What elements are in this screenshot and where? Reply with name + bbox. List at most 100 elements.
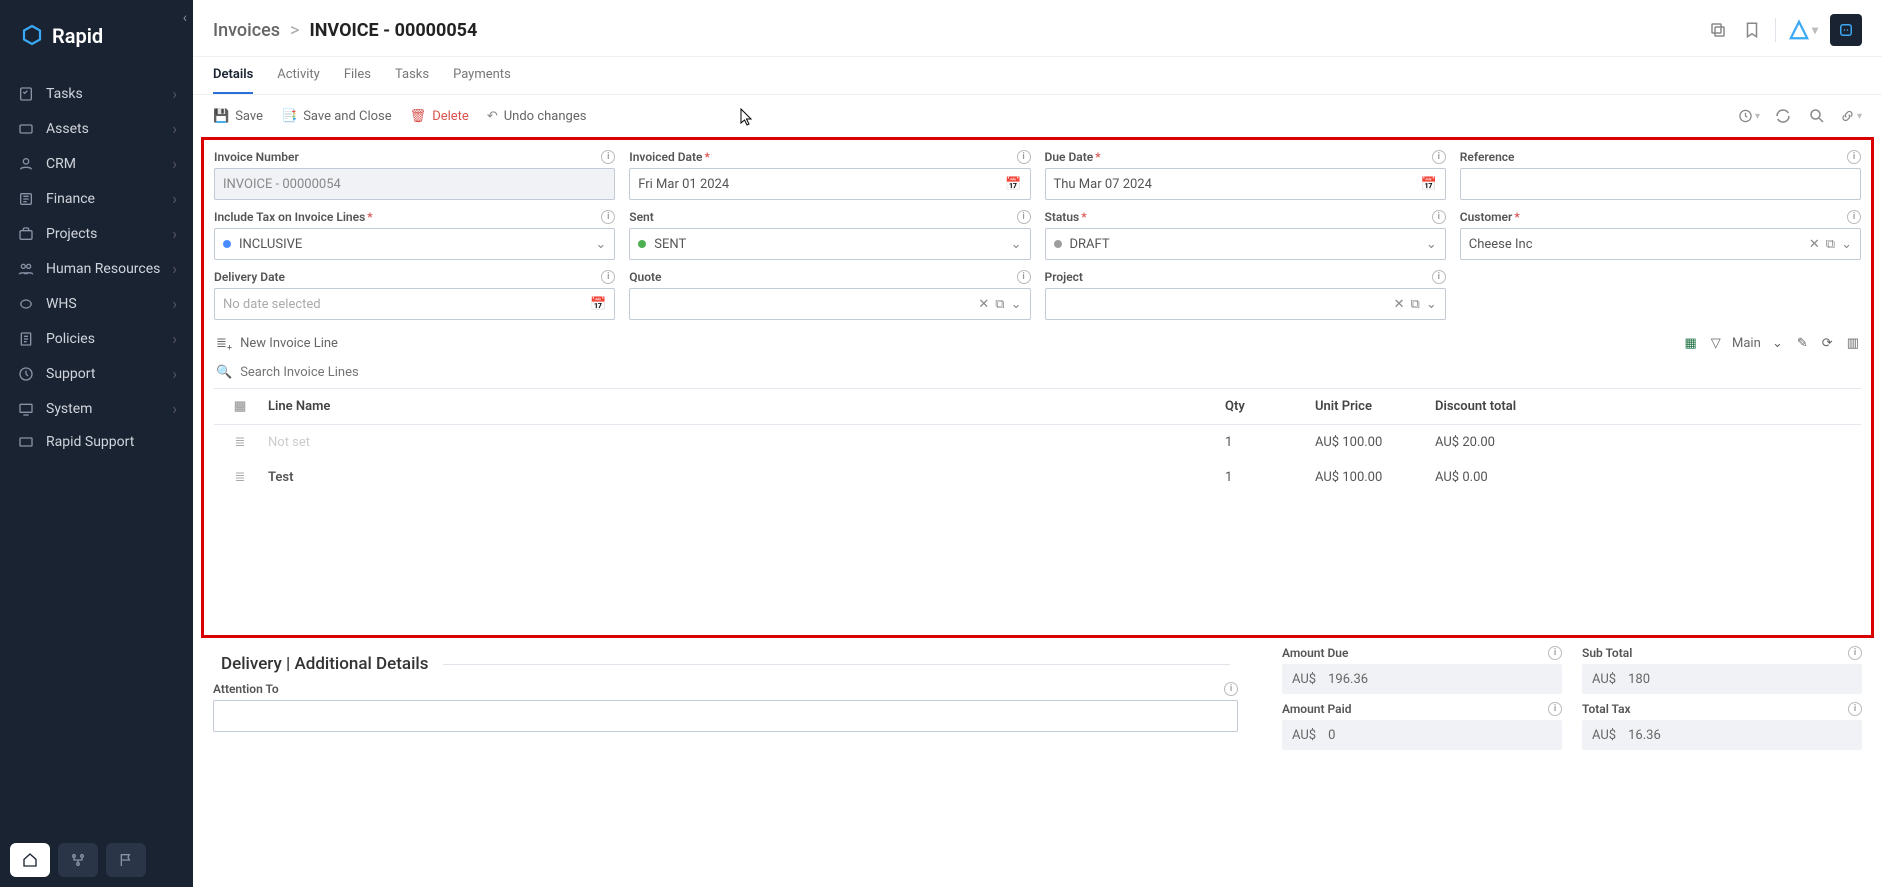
sidebar-item-label: Support	[46, 366, 172, 382]
status-select[interactable]: DRAFT⌄	[1045, 228, 1446, 260]
table-row[interactable]: ≣ Test 1 AU$ 100.00 AU$ 0.00	[214, 460, 1861, 495]
td-unit-price: AU$ 100.00	[1315, 470, 1435, 485]
sidebar-item-policies[interactable]: Policies ›	[0, 321, 193, 356]
info-icon[interactable]: i	[601, 270, 615, 284]
th-discount-total[interactable]: Discount total	[1435, 399, 1855, 414]
table-row[interactable]: ≣ Not set 1 AU$ 100.00 AU$ 20.00	[214, 425, 1861, 460]
sidebar-item-label: Rapid Support	[46, 434, 177, 450]
info-icon[interactable]: i	[1847, 210, 1861, 224]
sidebar-item-hr[interactable]: Human Resources ›	[0, 251, 193, 286]
quote-lookup[interactable]: ✕⧉⌄	[629, 288, 1030, 320]
tab-activity[interactable]: Activity	[277, 57, 320, 94]
tab-details[interactable]: Details	[213, 57, 253, 94]
chevron-right-icon: ›	[172, 84, 177, 103]
open-icon[interactable]: ⧉	[995, 297, 1004, 312]
sitemap-button[interactable]	[58, 843, 98, 877]
th-qty[interactable]: Qty	[1225, 399, 1315, 414]
search-icon[interactable]	[1806, 105, 1828, 127]
info-icon[interactable]: i	[1432, 210, 1446, 224]
undo-button[interactable]: ↶Undo changes	[487, 109, 587, 124]
info-icon[interactable]: i	[601, 150, 615, 164]
edit-icon[interactable]: ✎	[1797, 336, 1808, 351]
field-amount-paid: Amount Paidi AU$0	[1282, 702, 1562, 750]
customer-lookup[interactable]: Cheese Inc✕⧉⌄	[1460, 228, 1861, 260]
info-icon[interactable]: i	[601, 210, 615, 224]
export-excel-icon[interactable]: ▦	[1684, 336, 1696, 351]
due-date-input[interactable]: Thu Mar 07 2024📅	[1045, 168, 1446, 200]
clear-icon[interactable]: ✕	[1394, 297, 1405, 312]
clear-icon[interactable]: ✕	[978, 297, 989, 312]
columns-icon[interactable]: ▥	[1847, 336, 1859, 351]
reference-input[interactable]	[1460, 168, 1861, 200]
new-invoice-line-button[interactable]: ≣₊ New Invoice Line	[216, 336, 338, 351]
brand-switcher[interactable]: ▾	[1788, 19, 1818, 41]
sidebar-item-whs[interactable]: WHS ›	[0, 286, 193, 321]
save-button[interactable]: 💾Save	[213, 109, 263, 124]
sidebar-item-assets[interactable]: Assets ›	[0, 111, 193, 146]
refresh-lines-icon[interactable]: ⟳	[1822, 336, 1833, 351]
info-icon[interactable]: i	[1017, 270, 1031, 284]
info-icon[interactable]: i	[1224, 682, 1238, 696]
search-lines-input[interactable]	[240, 365, 1859, 380]
info-icon[interactable]: i	[1017, 210, 1031, 224]
sidebar-item-projects[interactable]: Projects ›	[0, 216, 193, 251]
assets-icon	[16, 121, 36, 137]
sidebar-item-system[interactable]: System ›	[0, 391, 193, 426]
delivery-date-input[interactable]: No date selected📅	[214, 288, 615, 320]
assistant-button[interactable]	[1830, 14, 1862, 46]
tab-tasks[interactable]: Tasks	[395, 57, 429, 94]
chevron-right-icon: ›	[172, 329, 177, 348]
open-icon[interactable]: ⧉	[1826, 237, 1835, 252]
rapid-support-icon	[16, 434, 36, 450]
history-icon[interactable]: ▾	[1738, 105, 1760, 127]
sidebar-collapse-icon[interactable]: ‹	[183, 10, 187, 26]
copy-icon[interactable]	[1707, 19, 1729, 41]
home-button[interactable]	[10, 843, 50, 877]
filter-view-select[interactable]: ▽ Main ⌄	[1711, 336, 1783, 351]
header-sep	[1775, 18, 1776, 42]
delete-button[interactable]: 🗑Delete	[410, 109, 469, 124]
field-sent: Senti SENT⌄	[629, 210, 1030, 260]
field-sub-total: Sub Totali AU$180	[1582, 646, 1862, 694]
info-icon[interactable]: i	[1548, 646, 1562, 660]
info-icon[interactable]: i	[1432, 270, 1446, 284]
calendar-icon[interactable]: 📅	[590, 297, 606, 312]
chevron-right-icon: ›	[172, 259, 177, 278]
sent-select[interactable]: SENT⌄	[629, 228, 1030, 260]
info-icon[interactable]: i	[1432, 150, 1446, 164]
logo: Rapid	[0, 0, 193, 68]
invoiced-date-input[interactable]: Fri Mar 01 2024📅	[629, 168, 1030, 200]
bookmark-icon[interactable]	[1741, 19, 1763, 41]
sidebar: ‹ Rapid Tasks › Assets › CRM ›	[0, 0, 193, 887]
sidebar-item-tasks[interactable]: Tasks ›	[0, 76, 193, 111]
th-unit-price[interactable]: Unit Price	[1315, 399, 1435, 414]
sidebar-item-rapid-support[interactable]: Rapid Support	[0, 426, 193, 458]
tab-files[interactable]: Files	[344, 57, 371, 94]
link-icon[interactable]: ▾	[1840, 105, 1862, 127]
sidebar-item-support[interactable]: Support ›	[0, 356, 193, 391]
clear-icon[interactable]: ✕	[1809, 237, 1820, 252]
breadcrumb-parent[interactable]: Invoices	[213, 20, 280, 41]
save-close-button[interactable]: 📑Save and Close	[281, 109, 392, 124]
calendar-icon[interactable]: 📅	[1005, 177, 1021, 192]
info-icon[interactable]: i	[1848, 702, 1862, 716]
project-lookup[interactable]: ✕⧉⌄	[1045, 288, 1446, 320]
attention-to-input[interactable]	[213, 700, 1238, 732]
th-line-name[interactable]: Line Name	[260, 399, 1225, 414]
field-quote: Quotei ✕⧉⌄	[629, 270, 1030, 320]
flag-button[interactable]	[106, 843, 146, 877]
info-icon[interactable]: i	[1548, 702, 1562, 716]
open-icon[interactable]: ⧉	[1411, 297, 1420, 312]
sidebar-item-crm[interactable]: CRM ›	[0, 146, 193, 181]
main-content: Invoices > INVOICE - 00000054 ▾ Details …	[193, 0, 1882, 887]
info-icon[interactable]: i	[1847, 150, 1861, 164]
calendar-icon[interactable]: 📅	[1421, 177, 1437, 192]
undo-icon: ↶	[487, 109, 498, 124]
info-icon[interactable]: i	[1017, 150, 1031, 164]
logo-icon	[20, 24, 44, 48]
tab-payments[interactable]: Payments	[453, 57, 511, 94]
include-tax-select[interactable]: INCLUSIVE⌄	[214, 228, 615, 260]
sidebar-item-finance[interactable]: Finance ›	[0, 181, 193, 216]
refresh-icon[interactable]	[1772, 105, 1794, 127]
info-icon[interactable]: i	[1848, 646, 1862, 660]
